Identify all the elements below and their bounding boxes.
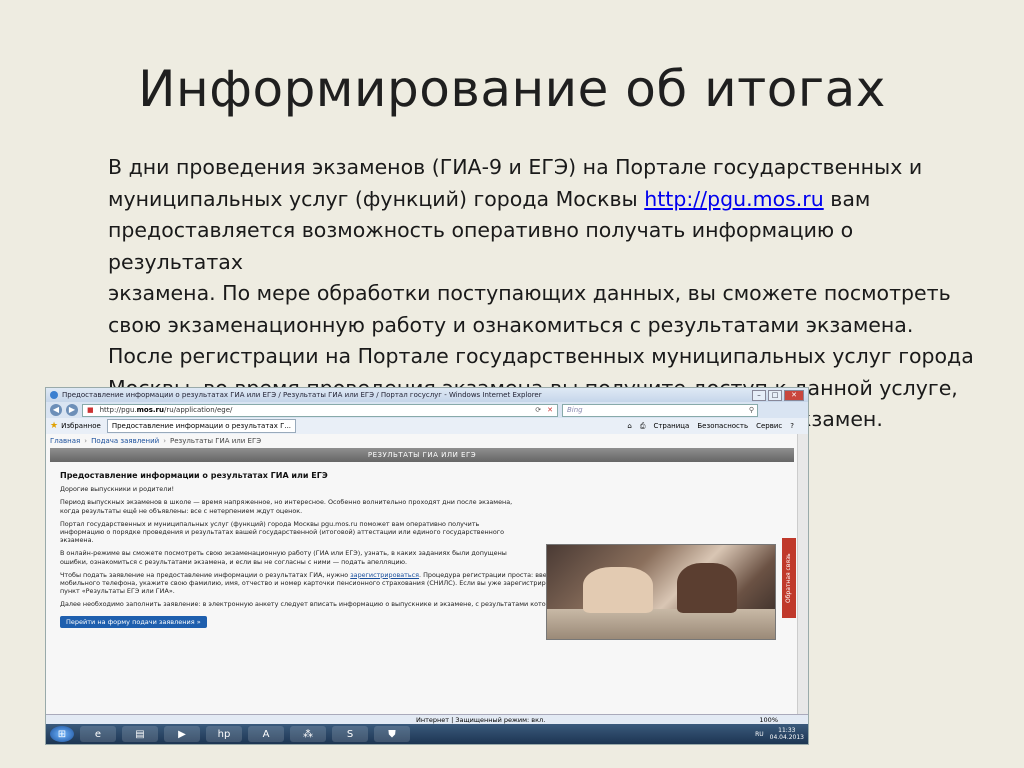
body-line: После регистрации на Портале государстве… xyxy=(108,344,974,368)
window-controls: – □ ✕ xyxy=(752,390,804,401)
command-bar: ⌂ ⎙ Страница Безопасность Сервис ? xyxy=(627,422,808,431)
help-icon[interactable]: ? xyxy=(790,422,794,431)
taskbar: ⊞ e ▤ ▶ hp A ⁂ S ⛊ RU 11:33 04.04.2013 xyxy=(46,724,808,744)
body-line: предоставляется возможность оперативно п… xyxy=(108,218,854,274)
content-paragraph: В онлайн-режиме вы сможете посмотреть св… xyxy=(60,549,507,566)
media-player-icon[interactable]: ▶ xyxy=(164,726,200,742)
breadcrumb-applications[interactable]: Подача заявлений xyxy=(91,437,159,445)
body-line: В дни проведения экзаменов (ГИА-9 и ЕГЭ)… xyxy=(108,155,923,179)
hp-icon[interactable]: hp xyxy=(206,726,242,742)
content-greeting: Дорогие выпускники и родители! xyxy=(60,485,175,494)
content-paragraph: Период выпускных экзаменов в школе — вре… xyxy=(60,498,513,515)
favorites-button[interactable]: ★ Избранное xyxy=(50,421,101,431)
feedback-tab[interactable]: Обратная связь xyxy=(782,538,796,618)
folder-icon[interactable]: ▤ xyxy=(122,726,158,742)
star-icon: ★ xyxy=(50,421,59,431)
acrobat-icon[interactable]: A xyxy=(248,726,284,742)
window-titlebar: Предоставление информации о результатах … xyxy=(46,388,808,402)
security-shield-icon[interactable]: ⛊ xyxy=(374,726,410,742)
clock[interactable]: 11:33 04.04.2013 xyxy=(770,727,804,741)
body-text: вам xyxy=(823,186,871,211)
body-line: свою экзаменационную работу и ознакомить… xyxy=(108,312,914,337)
ie-icon xyxy=(50,391,58,399)
close-icon[interactable]: ✕ xyxy=(784,390,804,401)
pgu-link[interactable]: http://pgu.mos.ru xyxy=(644,187,823,211)
section-banner: РЕЗУЛЬТАТЫ ГИА ИЛИ ЕГЭ xyxy=(50,448,794,462)
go-to-form-button[interactable]: Перейти на форму подачи заявления » xyxy=(60,615,207,628)
browser-screenshot: Предоставление информации о результатах … xyxy=(46,388,808,744)
window-title: Предоставление информации о результатах … xyxy=(62,391,542,399)
forward-icon[interactable]: ▶ xyxy=(66,404,78,416)
body-line: муниципальных услуг (функций) города Мос… xyxy=(108,184,988,216)
body-text: муниципальных услуг (функций) города Мос… xyxy=(108,186,645,211)
register-link[interactable]: зарегистрироваться xyxy=(350,571,419,579)
home-icon[interactable]: ⌂ xyxy=(627,422,631,431)
refresh-icon[interactable]: ⟳ xyxy=(535,406,541,414)
minimize-icon[interactable]: – xyxy=(752,390,766,401)
network-icon[interactable]: ⁂ xyxy=(290,726,326,742)
search-icon[interactable]: ⚲ xyxy=(749,406,757,414)
security-zone: Интернет | Защищенный режим: вкл. xyxy=(416,716,546,724)
breadcrumb: Главная › Подача заявлений › Результаты … xyxy=(50,437,262,445)
skype-icon[interactable]: S xyxy=(332,726,368,742)
system-tray: RU 11:33 04.04.2013 xyxy=(755,727,808,741)
zoom-level[interactable]: 100% xyxy=(759,716,778,724)
search-input[interactable]: Bing ⚲ xyxy=(562,403,758,417)
breadcrumb-current: Результаты ГИА или ЕГЭ xyxy=(170,437,262,445)
cmd-page[interactable]: Страница xyxy=(653,422,689,431)
maximize-icon[interactable]: □ xyxy=(768,390,782,401)
web-page: Главная › Подача заявлений › Результаты … xyxy=(46,434,798,714)
cmd-safety[interactable]: Безопасность xyxy=(697,422,748,431)
print-icon[interactable]: ⎙ xyxy=(640,422,646,431)
browser-tab[interactable]: Предоставление информации о результатах … xyxy=(106,419,297,433)
cmd-service[interactable]: Сервис xyxy=(756,422,782,431)
students-photo xyxy=(546,544,776,640)
language-indicator[interactable]: RU xyxy=(755,731,764,738)
content-paragraph: Портал государственных и муниципальных у… xyxy=(60,519,505,545)
start-button[interactable]: ⊞ xyxy=(50,726,74,742)
back-icon[interactable]: ◀ xyxy=(50,404,62,416)
favorites-bar: ★ Избранное Предоставление информации о р… xyxy=(46,418,808,435)
body-line: экзамена. По мере обработки поступающих … xyxy=(108,281,951,305)
slide-title: Информирование об итогах xyxy=(138,60,886,118)
scrollbar[interactable] xyxy=(797,434,808,714)
ie-taskbar-icon[interactable]: e xyxy=(80,726,116,742)
breadcrumb-home[interactable]: Главная xyxy=(50,437,80,445)
page-icon: ■ xyxy=(87,406,94,414)
address-bar[interactable]: ■ http://pgu.mos.ru/ru/application/ege/ … xyxy=(82,403,558,417)
content-heading: Предоставление информации о результатах … xyxy=(60,471,328,480)
url-text: http://pgu.mos.ru/ru/application/ege/ xyxy=(99,406,233,414)
address-row: ◀ ▶ ■ http://pgu.mos.ru/ru/application/e… xyxy=(46,402,808,418)
stop-icon[interactable]: ✕ xyxy=(547,406,557,414)
